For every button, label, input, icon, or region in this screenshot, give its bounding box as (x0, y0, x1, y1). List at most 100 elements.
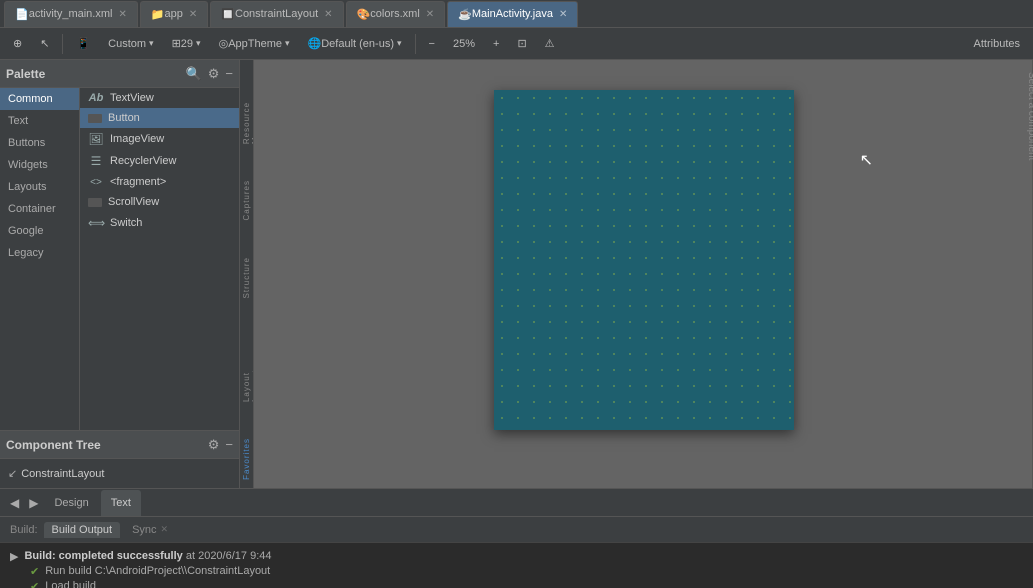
zoom-fit-btn[interactable]: ⊡ (510, 32, 533, 56)
imageview-icon: 🖼 (88, 132, 104, 146)
settings-icon[interactable]: ⚙ (208, 66, 220, 82)
palette-item-switch[interactable]: ⟺ Switch (80, 212, 239, 234)
tab-icon: ☕ (458, 8, 472, 21)
tab-activity-main[interactable]: 📄 activity_main.xml ✕ (4, 1, 138, 27)
sync-close-icon[interactable]: ✕ (161, 524, 169, 535)
component-tree: Component Tree ⚙ − ↙ ConstraintLayout (0, 430, 239, 488)
build-output-tab[interactable]: Build Output (44, 522, 121, 538)
scrollview-icon (88, 198, 102, 207)
palette-item-imageview[interactable]: 🖼 ImageView (80, 128, 239, 150)
cursor-btn[interactable]: ↖ (33, 32, 56, 56)
category-buttons[interactable]: Buttons (0, 132, 79, 154)
left-panel: Palette 🔍 ⚙ − Common Text Buttons W (0, 60, 240, 488)
divider2 (415, 34, 416, 54)
vertical-tabs-container: Resource Manager Captures Structure Layo… (240, 60, 254, 488)
tree-collapse-icon[interactable]: − (225, 437, 233, 453)
check-icon-2: ✔ (30, 580, 39, 588)
palette-item-scrollview[interactable]: ScrollView (80, 192, 239, 212)
favorites-tab[interactable]: Favorites (240, 430, 253, 488)
build-header-row: Build: Build Output Sync ✕ (0, 517, 1033, 543)
close-icon[interactable]: ✕ (559, 9, 567, 20)
bottom-tab-bar: ◀ ▶ Design Text (0, 489, 1033, 517)
category-text[interactable]: Text (0, 110, 79, 132)
tab-icon: 🎨 (357, 8, 371, 21)
button-icon (88, 114, 102, 123)
build-label: Build: (10, 524, 38, 536)
switch-icon: ⟺ (88, 216, 104, 230)
design-mode-btn[interactable]: ⊕ (6, 32, 29, 56)
zoom-out-btn[interactable]: − (422, 32, 442, 56)
close-icon[interactable]: ✕ (189, 9, 197, 20)
tab-icon: 🔲 (221, 8, 235, 21)
palette-title: Palette (6, 67, 186, 81)
build-nav-prev[interactable]: ◀ (6, 496, 23, 510)
device-frame (494, 90, 794, 430)
palette-categories: Common Text Buttons Widgets Layouts Cont… (0, 88, 80, 430)
category-container[interactable]: Container (0, 198, 79, 220)
tab-design[interactable]: Design (44, 490, 98, 516)
build-line-1: ▶ Build: completed successfully at 2020/… (10, 549, 1023, 564)
palette-items: Ab TextView Button 🖼 ImageView ☰ Recycle… (80, 88, 239, 430)
collapse-icon[interactable]: − (225, 66, 233, 82)
device-dots-pattern (494, 90, 794, 430)
tree-settings-icon[interactable]: ⚙ (208, 437, 220, 453)
recyclerview-icon: ☰ (88, 154, 104, 168)
canvas-area: Resource Manager Captures Structure Layo… (240, 60, 1033, 488)
category-layouts[interactable]: Layouts (0, 176, 79, 198)
category-widgets[interactable]: Widgets (0, 154, 79, 176)
cursor-icon: ↖ (40, 37, 49, 50)
palette-header: Palette 🔍 ⚙ − (0, 60, 239, 88)
tab-colors[interactable]: 🎨 colors.xml ✕ (346, 1, 446, 27)
toolbar: ⊕ ↖ 📱 Custom ⊞ 29 ◎ AppTheme 🌐 Default (… (0, 28, 1033, 60)
textview-icon: Ab (88, 92, 104, 104)
palette-item-textview[interactable]: Ab TextView (80, 88, 239, 108)
build-text-1: Build: completed successfully at 2020/6/… (24, 550, 271, 562)
build-nav-next[interactable]: ▶ (25, 496, 42, 510)
zoom-in-btn[interactable]: + (486, 32, 506, 56)
palette-item-fragment[interactable]: <> <fragment> (80, 172, 239, 192)
structure-tab[interactable]: Structure (240, 249, 253, 306)
component-tree-header: Component Tree ⚙ − (0, 431, 239, 459)
close-icon[interactable]: ✕ (324, 9, 332, 20)
palette-item-recyclerview[interactable]: ☰ RecyclerView (80, 150, 239, 172)
build-line-3: ✔ Load build (10, 579, 1023, 588)
resource-manager-tab[interactable]: Resource Manager (240, 60, 253, 152)
tab-main-activity[interactable]: ☕ MainActivity.java ✕ (447, 1, 578, 27)
palette-item-button[interactable]: Button (80, 108, 239, 128)
tab-text[interactable]: Text (101, 490, 141, 516)
tab-constraint-layout[interactable]: 🔲 ConstraintLayout ✕ (210, 1, 343, 27)
captures-tab[interactable]: Captures (240, 172, 253, 228)
search-icon[interactable]: 🔍 (186, 66, 202, 82)
locale-btn[interactable]: 🌐 Default (en-us) (301, 32, 409, 56)
bottom-panel: ◀ ▶ Design Text Build: Build Output Sync… (0, 488, 1033, 588)
build-text-3: Load build (45, 580, 96, 588)
category-common[interactable]: Common (0, 88, 79, 110)
main-area: Palette 🔍 ⚙ − Common Text Buttons W (0, 60, 1033, 488)
close-icon[interactable]: ✕ (118, 9, 126, 20)
orientation-btn[interactable]: 📱 (69, 32, 97, 56)
warning-btn[interactable]: ⚠ (538, 32, 562, 56)
tab-icon: 📁 (151, 8, 165, 21)
check-icon-1: ✔ (30, 565, 39, 578)
tree-item-constraint-layout[interactable]: ↙ ConstraintLayout (8, 465, 231, 482)
build-content: ▶ Build: completed successfully at 2020/… (0, 543, 1033, 588)
sync-tab[interactable]: Sync ✕ (124, 522, 176, 538)
category-google[interactable]: Google (0, 220, 79, 242)
canvas-container[interactable]: ↖ (254, 60, 1033, 488)
tab-app[interactable]: 📁 app ✕ (140, 1, 208, 27)
custom-btn[interactable]: Custom (101, 32, 160, 56)
divider1 (62, 34, 63, 54)
build-text-2: Run build C:\AndroidProject\\ConstraintL… (45, 565, 270, 577)
component-tree-content: ↙ ConstraintLayout (0, 459, 239, 488)
attributes-btn[interactable]: Attributes (967, 32, 1027, 56)
build-line-2: ✔ Run build C:\AndroidProject\\Constrain… (10, 564, 1023, 579)
close-icon[interactable]: ✕ (426, 9, 434, 20)
fragment-icon: <> (88, 177, 104, 188)
category-legacy[interactable]: Legacy (0, 242, 79, 264)
palette-content: Common Text Buttons Widgets Layouts Cont… (0, 88, 239, 430)
theme-btn[interactable]: ◎ AppTheme (212, 32, 297, 56)
size-btn[interactable]: ⊞ 29 (165, 32, 208, 56)
layout-inspector-tab[interactable]: Layout Inspector (240, 326, 253, 410)
zoom-level: 25% (446, 32, 482, 56)
component-tree-title: Component Tree (6, 438, 208, 452)
